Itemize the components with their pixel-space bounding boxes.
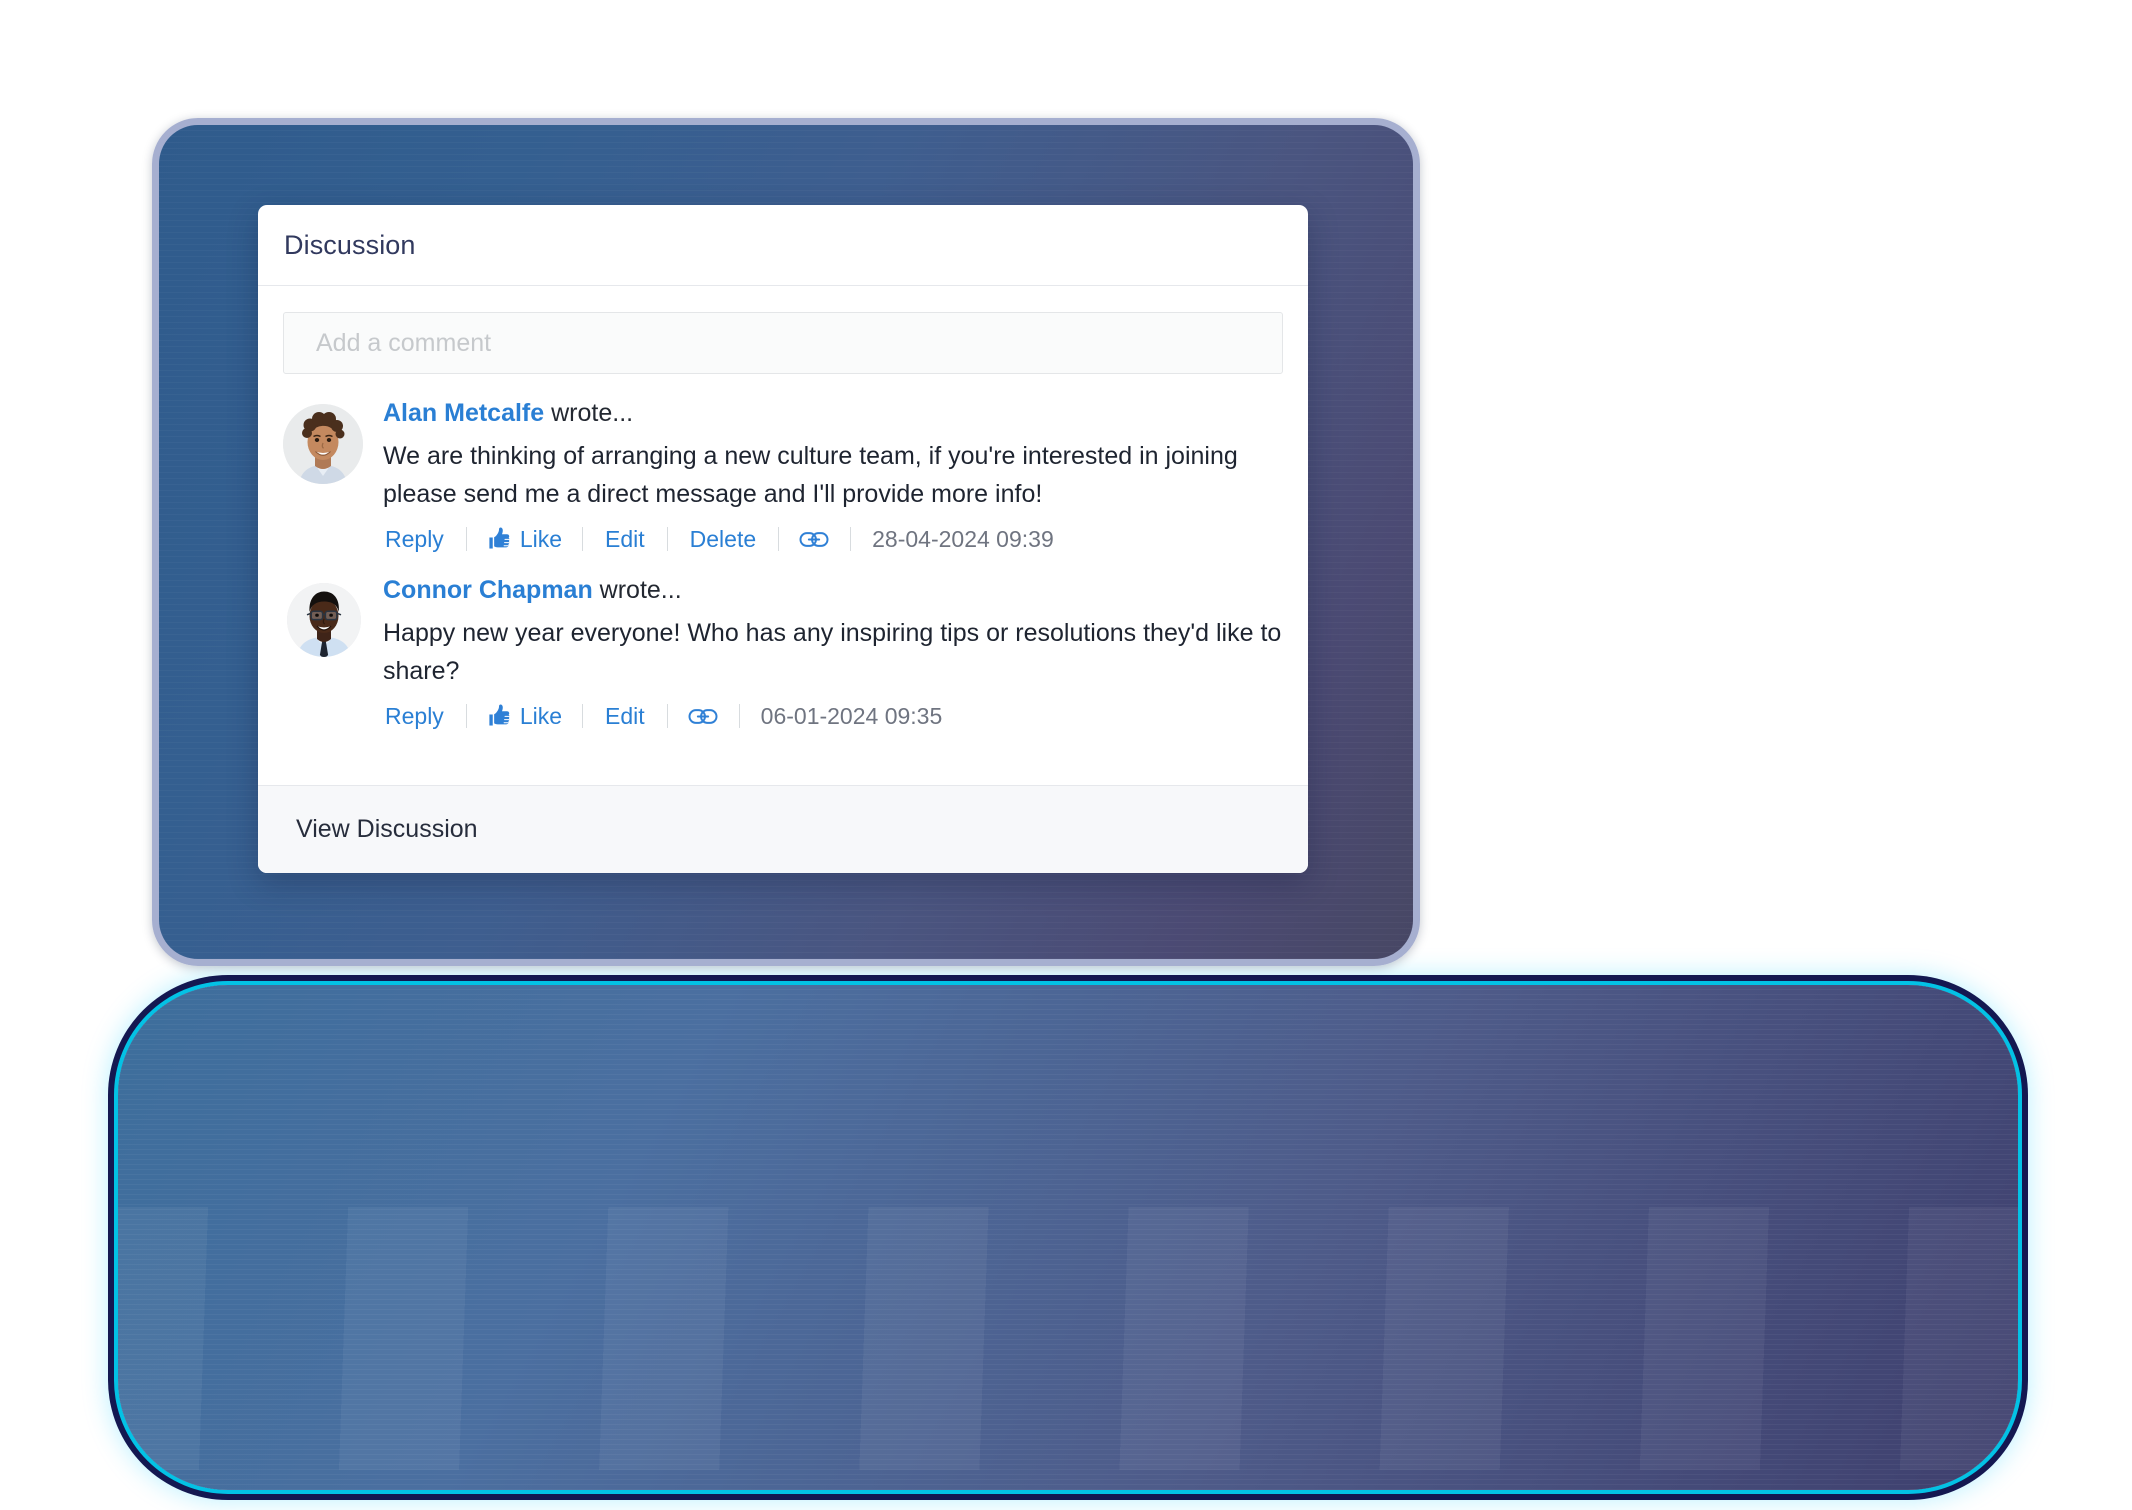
reply-button[interactable]: Reply: [383, 703, 446, 730]
action-divider: [738, 704, 740, 728]
background-glow-card: [118, 985, 2018, 1490]
like-label: Like: [519, 702, 563, 729]
comment-author-line: Connor Chapman wrote...: [383, 578, 1283, 603]
action-divider: [582, 704, 584, 728]
comment-actions: Reply Like Edit: [383, 522, 1283, 556]
action-divider: [465, 527, 467, 551]
link-icon: [688, 708, 718, 724]
avatar-image-connor: [287, 583, 361, 657]
action-divider: [465, 704, 467, 728]
comment-text: We are thinking of arranging a new cultu…: [383, 442, 1238, 508]
action-divider: [850, 527, 852, 551]
like-button[interactable]: Like: [487, 703, 562, 730]
card-header: Discussion: [258, 205, 1308, 286]
card-footer: View Discussion: [258, 785, 1308, 873]
screenshot-stage: Discussion Add a comment Alan Metcalfe w…: [0, 0, 2132, 1510]
comment-body: Alan Metcalfe wrote... We are thinking o…: [383, 401, 1283, 556]
page-title: Discussion: [284, 229, 416, 260]
action-divider: [582, 527, 584, 551]
comment-item: Alan Metcalfe wrote... We are thinking o…: [283, 401, 1283, 556]
comment-body: Connor Chapman wrote... Happy new year e…: [383, 578, 1283, 733]
thumbs-up-icon: [489, 704, 510, 726]
comment-actions: Reply Like Edit: [383, 699, 1283, 733]
like-button[interactable]: Like: [487, 526, 562, 553]
comment-author[interactable]: Alan Metcalfe: [383, 399, 544, 427]
card-body: Add a comment Alan Metcalfe wrote... We …: [258, 286, 1308, 785]
comment-text: Happy new year everyone! Who has any ins…: [383, 619, 1282, 685]
discussion-card: Discussion Add a comment Alan Metcalfe w…: [258, 205, 1308, 873]
link-icon: [799, 531, 829, 547]
avatar-image-alan: [283, 404, 363, 484]
like-label: Like: [519, 525, 563, 552]
add-comment-input[interactable]: Add a comment: [283, 312, 1283, 374]
action-divider: [666, 704, 668, 728]
delete-button[interactable]: Delete: [688, 526, 758, 553]
comment-timestamp: 06-01-2024 09:35: [760, 702, 943, 729]
comment-timestamp: 28-04-2024 09:39: [872, 525, 1054, 552]
action-divider: [666, 527, 668, 551]
view-discussion-link[interactable]: View Discussion: [296, 815, 478, 844]
comment-author[interactable]: Connor Chapman: [383, 576, 593, 604]
edit-button[interactable]: Edit: [603, 526, 647, 553]
add-comment-placeholder: Add a comment: [316, 328, 492, 357]
copy-link-button[interactable]: [799, 530, 829, 549]
reply-button[interactable]: Reply: [383, 526, 446, 553]
avatar: [287, 583, 361, 657]
comment-item: Connor Chapman wrote... Happy new year e…: [283, 578, 1283, 733]
thumbs-up-icon: [489, 527, 510, 549]
avatar: [283, 404, 363, 484]
action-divider: [778, 527, 780, 551]
comment-wrote-suffix: wrote...: [544, 399, 634, 427]
copy-link-button[interactable]: [688, 707, 718, 726]
comment-wrote-suffix: wrote...: [592, 576, 682, 604]
edit-button[interactable]: Edit: [603, 703, 647, 730]
comment-author-line: Alan Metcalfe wrote...: [383, 401, 1283, 426]
